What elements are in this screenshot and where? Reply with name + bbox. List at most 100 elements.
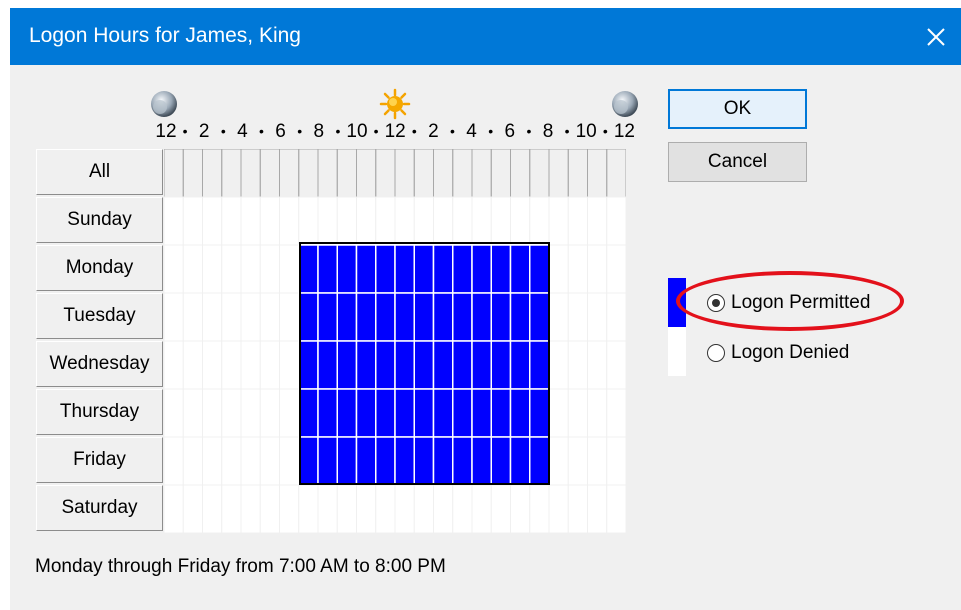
hour-cell[interactable] [394,196,415,246]
hour-cell[interactable] [240,484,261,533]
hour-cell[interactable] [202,436,223,486]
hour-cell[interactable] [606,340,626,390]
hour-cell[interactable] [433,196,454,246]
row-thursday[interactable]: Thursday [36,389,163,435]
hour-cell[interactable] [529,196,550,246]
hour-cell[interactable] [548,292,569,342]
cancel-button[interactable]: Cancel [668,142,807,182]
row-sunday[interactable]: Sunday [36,197,163,243]
hour-cell[interactable] [240,244,261,294]
hour-cell[interactable] [221,484,242,533]
hour-cell[interactable] [259,340,280,390]
hour-cell[interactable] [202,292,223,342]
hour-cell[interactable] [240,340,261,390]
hour-cell[interactable] [452,196,473,246]
hour-cell[interactable] [336,196,357,246]
hour-cell[interactable] [182,340,203,390]
hour-cell[interactable] [510,196,531,246]
select-all-button[interactable]: All [36,149,163,195]
hour-cell[interactable] [259,244,280,294]
hour-cell[interactable] [221,196,242,246]
hour-cell[interactable] [182,388,203,438]
hour-cell[interactable] [164,292,184,342]
hour-cell[interactable] [298,484,319,533]
hour-cell[interactable] [317,484,338,533]
hour-cell[interactable] [182,196,203,246]
hour-cell[interactable] [548,484,569,533]
hour-cell[interactable] [548,388,569,438]
hour-cell[interactable] [202,388,223,438]
hour-cell[interactable] [606,436,626,486]
hour-cell[interactable] [471,484,492,533]
hour-cell[interactable] [471,196,492,246]
hour-cell[interactable] [164,484,184,533]
hour-cell[interactable] [221,388,242,438]
hour-cell[interactable] [164,196,184,246]
hour-cell[interactable] [356,484,377,533]
hour-cell[interactable] [375,484,396,533]
hour-cell[interactable] [279,244,300,294]
hour-cell[interactable] [221,292,242,342]
hour-cell[interactable] [202,196,223,246]
hour-cell[interactable] [356,196,377,246]
hour-cell[interactable] [202,340,223,390]
hour-cell[interactable] [259,436,280,486]
hour-cell[interactable] [240,388,261,438]
hour-cell[interactable] [182,436,203,486]
hour-cell[interactable] [567,340,588,390]
hour-cell[interactable] [164,388,184,438]
hour-cell[interactable] [182,484,203,533]
hour-cell[interactable] [587,484,608,533]
hour-cell[interactable] [240,436,261,486]
hour-cell[interactable] [279,436,300,486]
row-friday[interactable]: Friday [36,437,163,483]
hour-cell[interactable] [259,292,280,342]
hour-cell[interactable] [567,484,588,533]
hour-cell[interactable] [606,244,626,294]
hour-cell[interactable] [221,244,242,294]
row-monday[interactable]: Monday [36,245,163,291]
hour-cell[interactable] [548,436,569,486]
hour-cell[interactable] [548,244,569,294]
hour-cell[interactable] [164,340,184,390]
hour-cell[interactable] [164,436,184,486]
hour-cell[interactable] [240,196,261,246]
hour-cell[interactable] [298,196,319,246]
hour-cell[interactable] [548,340,569,390]
hour-cell[interactable] [182,292,203,342]
hour-cell[interactable] [394,484,415,533]
hour-cell[interactable] [452,484,473,533]
hour-cell[interactable] [279,388,300,438]
hour-cell[interactable] [279,340,300,390]
hour-cell[interactable] [259,484,280,533]
hour-cell[interactable] [221,436,242,486]
hour-cell[interactable] [587,244,608,294]
hour-cell[interactable] [567,436,588,486]
hour-cell[interactable] [279,292,300,342]
hour-cell[interactable] [375,196,396,246]
row-saturday[interactable]: Saturday [36,485,163,531]
hour-cell[interactable] [490,484,511,533]
hour-cell[interactable] [413,196,434,246]
hour-cell[interactable] [587,292,608,342]
logon-denied-radio[interactable]: Logon Denied [707,342,849,364]
close-button[interactable] [911,8,961,65]
hour-cell[interactable] [182,244,203,294]
hour-cell[interactable] [606,196,626,246]
hour-cell[interactable] [529,484,550,533]
hour-cell[interactable] [548,196,569,246]
hour-cell[interactable] [606,292,626,342]
row-wednesday[interactable]: Wednesday [36,341,163,387]
ok-button[interactable]: OK [668,89,807,129]
hour-cell[interactable] [279,484,300,533]
hour-cell[interactable] [567,196,588,246]
hour-cell[interactable] [606,484,626,533]
hour-cell[interactable] [567,388,588,438]
hour-cell[interactable] [259,196,280,246]
hour-cell[interactable] [279,196,300,246]
hour-cell[interactable] [413,484,434,533]
hour-cell[interactable] [202,244,223,294]
hour-cell[interactable] [221,340,242,390]
hour-cell[interactable] [490,196,511,246]
hour-cell[interactable] [317,196,338,246]
